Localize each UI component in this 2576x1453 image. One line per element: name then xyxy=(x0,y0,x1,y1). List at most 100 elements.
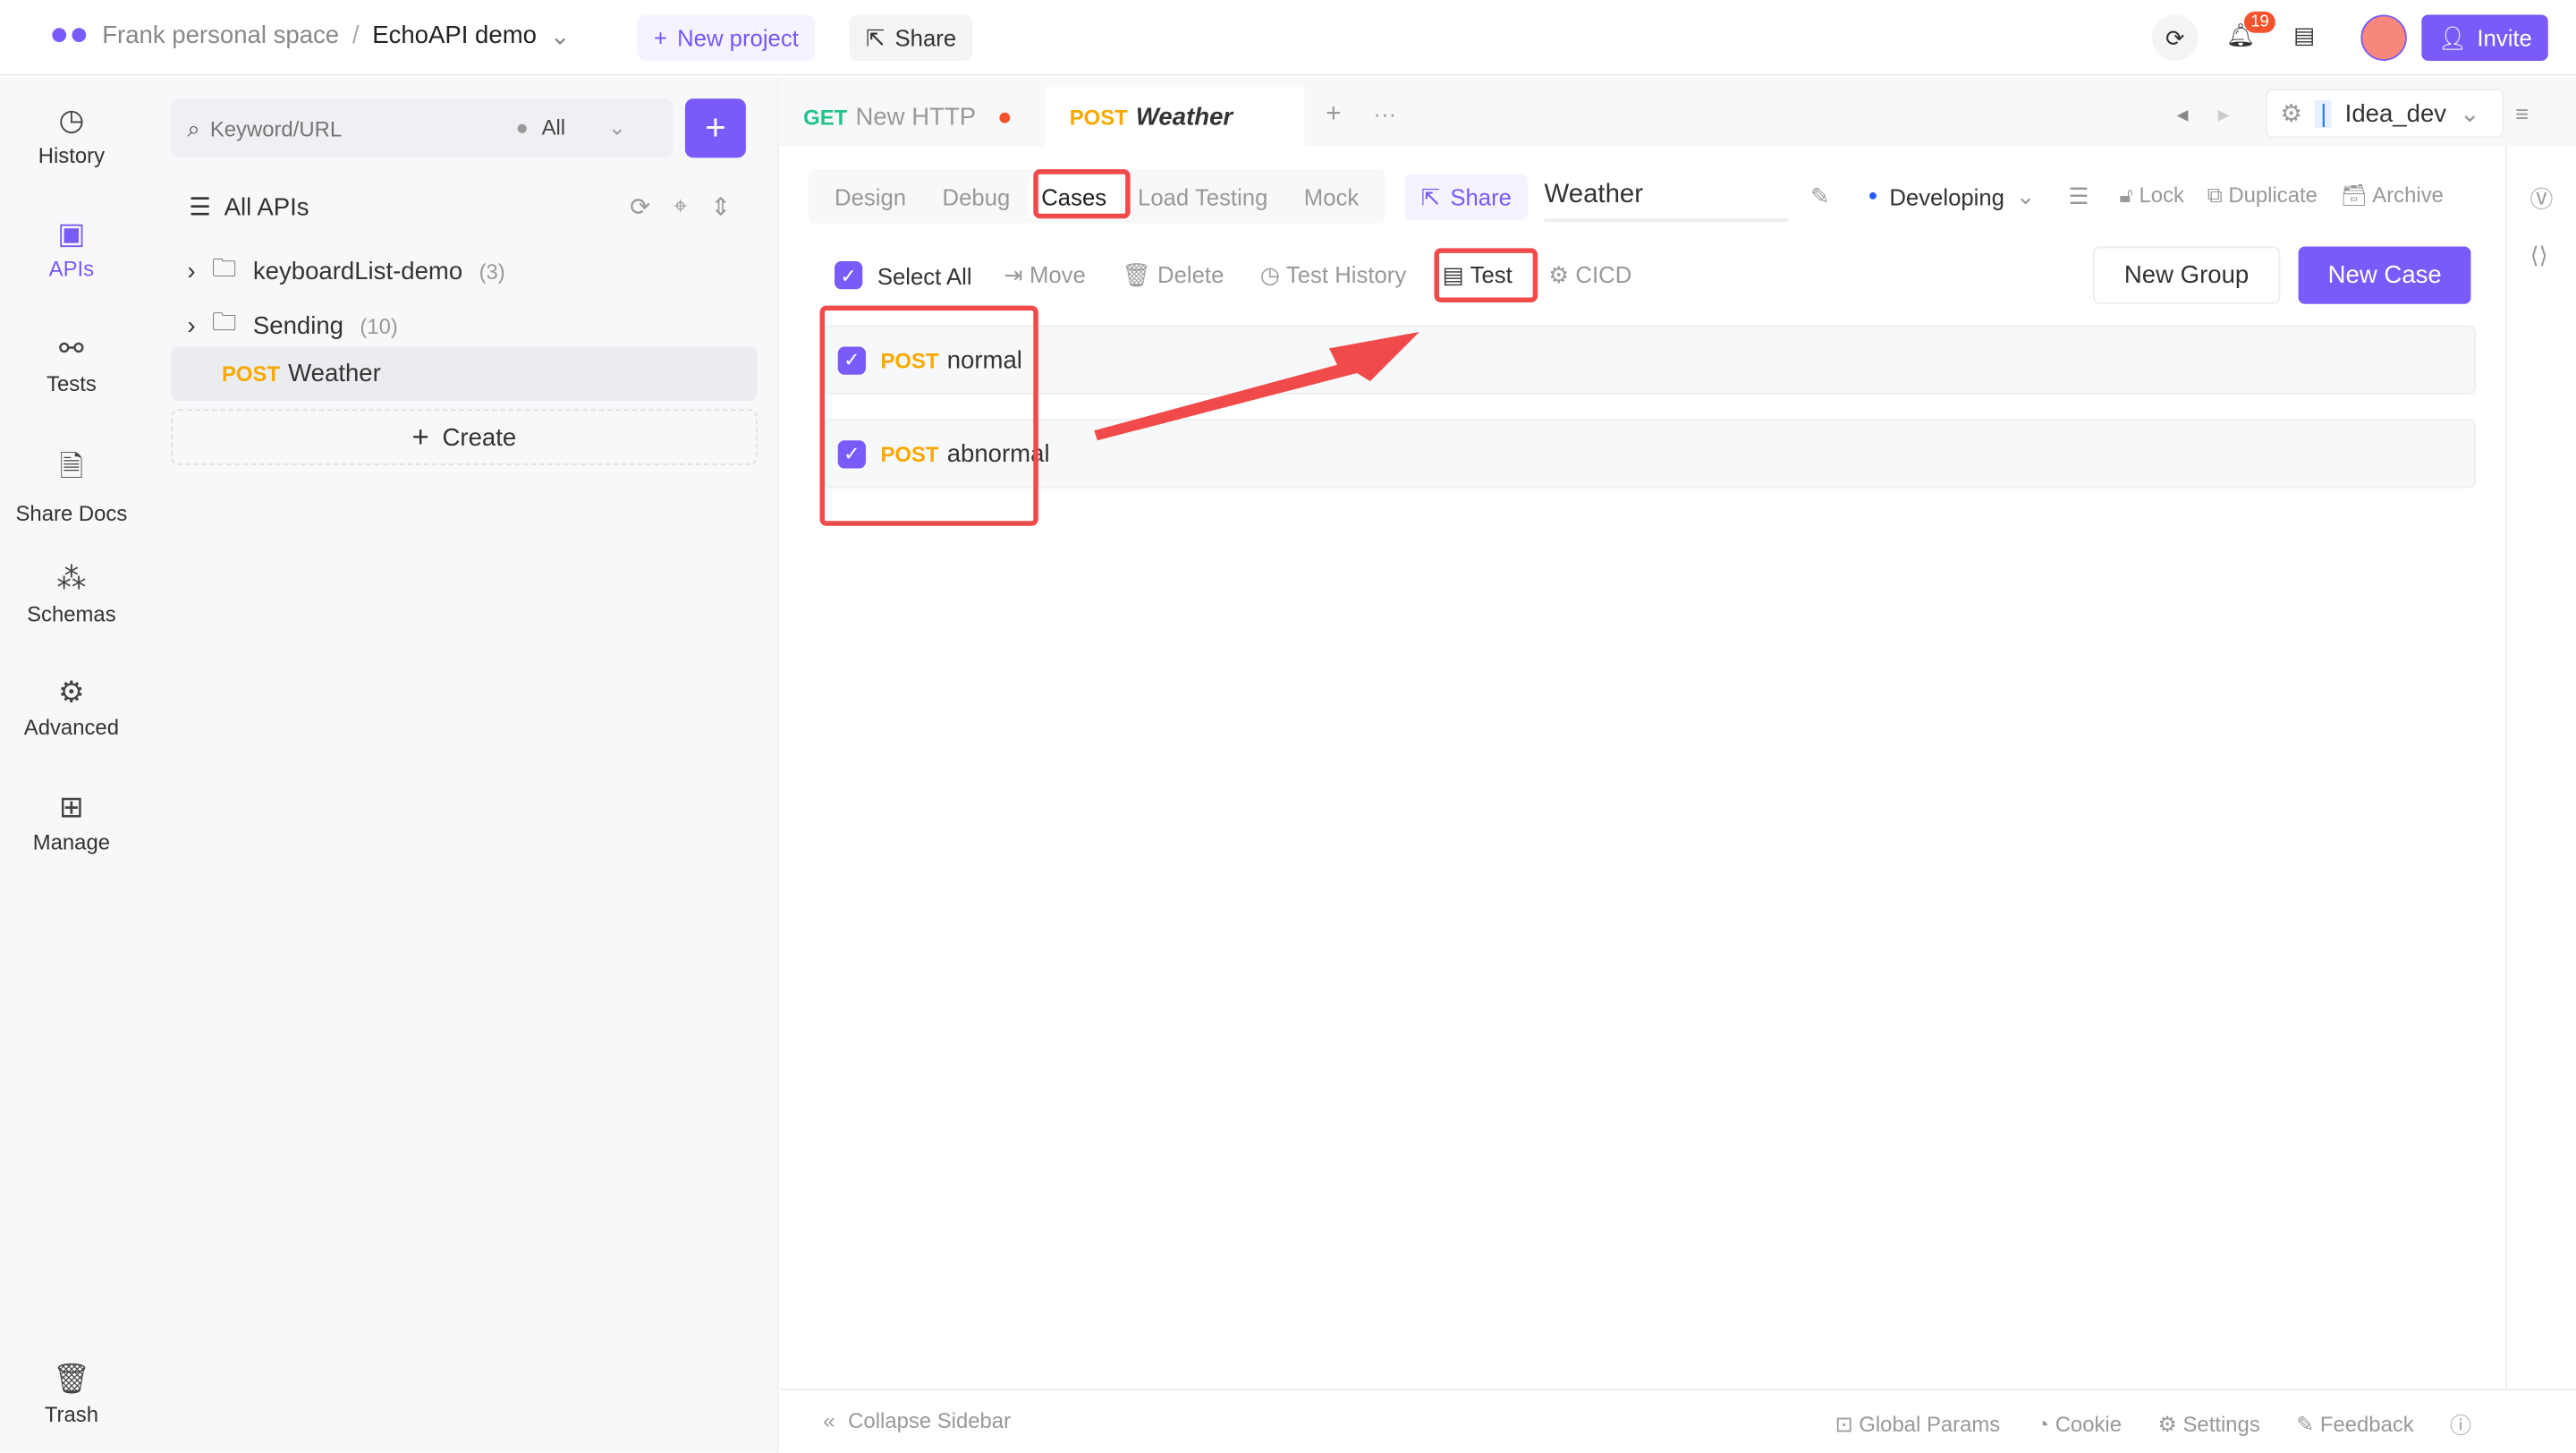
nav-label: APIs xyxy=(48,256,95,282)
nav-label: History xyxy=(38,142,106,168)
nav-schemas[interactable]: ⁂ Schemas xyxy=(0,562,143,626)
edit-icon[interactable]: ✎ xyxy=(1810,183,1830,210)
subtab-design[interactable]: Design xyxy=(817,183,924,209)
top-bar: ●● Frank personal space / EchoAPI demo ⌄… xyxy=(0,0,2576,76)
api-name-field[interactable]: Weather xyxy=(1544,181,1788,222)
lock-label: Lock xyxy=(2139,182,2184,208)
feedback-button[interactable]: ✎ Feedback xyxy=(2296,1411,2414,1437)
nav-apis[interactable]: ▣ APIs xyxy=(0,217,143,281)
share-label: Share xyxy=(1450,183,1512,211)
doc-icon[interactable]: ▤ xyxy=(2293,21,2315,49)
chevron-right-icon: › xyxy=(187,311,196,341)
expand-collapse-icon[interactable]: ⇕ xyxy=(710,192,731,222)
all-apis-label: All APIs xyxy=(224,192,309,222)
subtab-load-testing[interactable]: Load Testing xyxy=(1120,183,1286,209)
new-case-button[interactable]: New Case xyxy=(2298,246,2471,304)
invite-label: Invite xyxy=(2477,24,2532,51)
add-tab-icon[interactable]: + xyxy=(1326,100,1341,130)
nav-share-docs[interactable]: 🗎︎ Share Docs xyxy=(0,447,143,526)
locate-icon[interactable]: ⌖ xyxy=(674,192,688,222)
case-row[interactable]: ✓ POST normal xyxy=(823,325,2476,395)
invite-button[interactable]: 👤︎ Invite xyxy=(2421,14,2549,61)
nav-label: Share Docs xyxy=(15,501,128,526)
share-label: Share xyxy=(894,24,957,51)
outline-icon[interactable]: ☰ xyxy=(2068,183,2089,210)
cookie-button[interactable]: ◔ Cookie xyxy=(2037,1412,2122,1437)
plus-icon: + xyxy=(411,420,429,454)
subtab-mock[interactable]: Mock xyxy=(1286,183,1377,209)
chevron-right-icon: › xyxy=(187,258,196,286)
version-icon[interactable]: Ⓥ xyxy=(2530,183,2554,216)
arrow-left-icon[interactable]: ◂ xyxy=(2177,100,2189,128)
archive-button[interactable]: 🗃︎ Archive xyxy=(2341,183,2444,208)
manage-icon: ⊞ xyxy=(59,790,84,824)
cicd-label: CICD xyxy=(1575,261,1632,288)
nav-trash[interactable]: 🗑︎ Trash xyxy=(0,1363,143,1427)
duplicate-button[interactable]: ⧉ Duplicate xyxy=(2207,183,2318,208)
history-icon: ◷ xyxy=(58,103,85,137)
environment-selector[interactable]: ⚙ | Idea_dev ⌄ xyxy=(2265,89,2504,139)
api-item-selected[interactable]: POST Weather xyxy=(171,346,758,402)
share-icon: ⇱ xyxy=(865,23,886,51)
avatar[interactable] xyxy=(2360,14,2407,61)
folder-name: Sending xyxy=(252,311,344,341)
case-row[interactable]: ✓ POST abnormal xyxy=(823,419,2476,489)
settings-button[interactable]: ⚙ Settings xyxy=(2157,1411,2259,1437)
cicd-button[interactable]: ⚙ CICD xyxy=(1548,261,1631,289)
annotation-box-test xyxy=(1434,248,1538,302)
nav-label: Tests xyxy=(47,371,97,396)
nav-label: Schemas xyxy=(27,601,116,626)
all-apis-row[interactable]: ☰ All APIs ⟳ ⌖ ⇕ xyxy=(189,192,731,222)
sync-icon[interactable]: ⟳ xyxy=(2152,14,2199,61)
schemas-icon: ⁂ xyxy=(56,562,87,595)
unsaved-dot-icon: ● xyxy=(997,103,1013,132)
select-all-label: Select All xyxy=(877,261,972,289)
folder-item[interactable]: › 🗀 Sending (10) xyxy=(187,306,397,347)
move-label: Move xyxy=(1029,261,1086,288)
user-add-icon: 👤︎ xyxy=(2437,23,2468,51)
new-project-button[interactable]: + New project xyxy=(637,14,816,61)
create-button[interactable]: + Create xyxy=(171,409,758,465)
folder-item[interactable]: › 🗀 keyboardList-demo (3) xyxy=(187,251,504,293)
search-input[interactable] xyxy=(209,115,506,141)
status-select[interactable]: ● Developing ⌄ xyxy=(1868,183,2035,210)
tab-weather[interactable]: POST Weather xyxy=(1045,87,1305,147)
test-history-label: Test History xyxy=(1285,261,1407,288)
share-project-button[interactable]: ⇱ Share xyxy=(849,14,973,61)
test-history-button[interactable]: ◷ Test History xyxy=(1260,261,1406,289)
nav-history[interactable]: ◷ History xyxy=(0,104,143,168)
folder-count: (10) xyxy=(360,313,398,339)
feedback-label: Feedback xyxy=(2319,1410,2414,1436)
workspace-link[interactable]: Frank personal space xyxy=(102,21,339,49)
more-icon[interactable]: ··· xyxy=(1374,100,1397,126)
global-params-button[interactable]: ⊡ Global Params xyxy=(1835,1411,2001,1437)
tab-label: New HTTP xyxy=(855,103,977,132)
code-icon[interactable]: ⟨⟩ xyxy=(2530,242,2548,269)
arrow-right-icon[interactable]: ▸ xyxy=(2218,100,2230,128)
nav-manage[interactable]: ⊞ Manage xyxy=(0,790,143,854)
subtab-debug[interactable]: Debug xyxy=(924,183,1028,209)
method-badge: POST xyxy=(1069,104,1128,130)
filter-select[interactable]: ● All ⌄ xyxy=(515,115,625,141)
tab-new-http[interactable]: GET New HTTP ● xyxy=(803,104,1013,132)
folder-count: (3) xyxy=(479,259,505,285)
help-icon[interactable]: ⓘ xyxy=(2450,1408,2471,1440)
collapse-sidebar-button[interactable]: « Collapse Sidebar xyxy=(823,1408,1011,1433)
nav-advanced[interactable]: ⚙ Advanced xyxy=(0,676,143,740)
collapse-label: Collapse Sidebar xyxy=(848,1408,1012,1433)
new-group-button[interactable]: New Group xyxy=(2092,246,2281,304)
method-badge: POST xyxy=(221,361,280,387)
subshare-button[interactable]: ⇱ Share xyxy=(1404,174,1529,221)
lock-button[interactable]: 🔓︎ Lock xyxy=(2119,183,2184,208)
refresh-icon[interactable]: ⟳ xyxy=(630,192,650,222)
move-button[interactable]: ⇥ Move xyxy=(1004,261,1086,289)
chevron-down-icon[interactable]: ⌄ xyxy=(550,21,571,50)
select-all-checkbox[interactable]: ✓ Select All xyxy=(835,261,972,290)
add-api-button[interactable]: + xyxy=(684,98,746,158)
new-project-label: New project xyxy=(677,24,799,51)
menu-icon[interactable]: ≡ xyxy=(2515,100,2529,126)
notification-badge: 19 xyxy=(2243,11,2276,33)
delete-button[interactable]: 🗑︎ Delete xyxy=(1122,261,1224,289)
project-selector[interactable]: EchoAPI demo xyxy=(372,21,537,49)
nav-tests[interactable]: ⚯ Tests xyxy=(0,332,143,396)
